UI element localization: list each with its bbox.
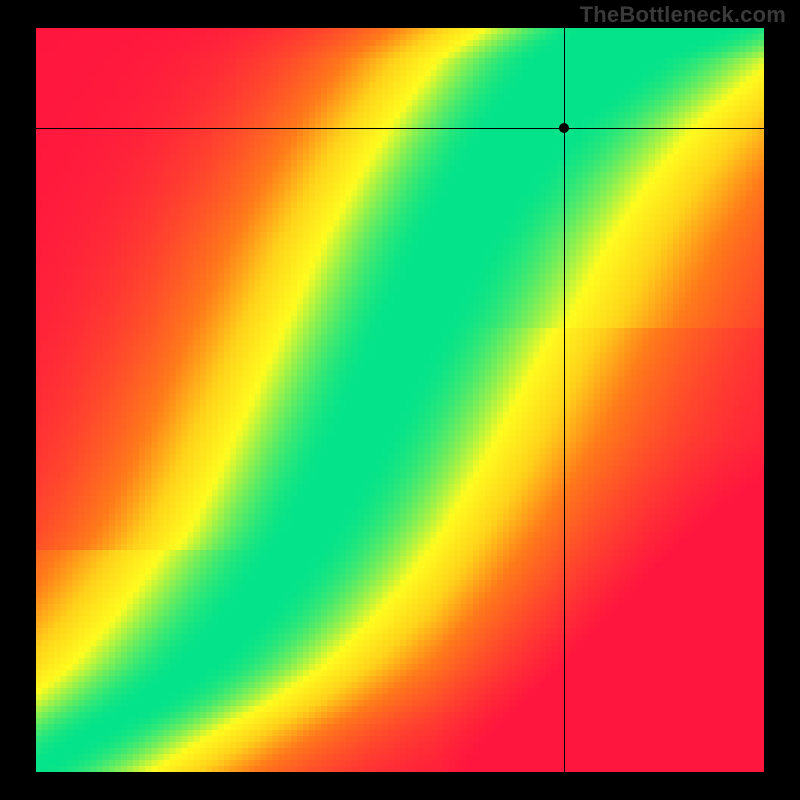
- watermark-text: TheBottleneck.com: [580, 2, 786, 28]
- crosshair-vertical: [564, 28, 565, 772]
- crosshair-marker: [559, 123, 569, 133]
- heatmap-canvas: [36, 28, 764, 772]
- crosshair-horizontal: [36, 128, 764, 129]
- chart-container: TheBottleneck.com: [0, 0, 800, 800]
